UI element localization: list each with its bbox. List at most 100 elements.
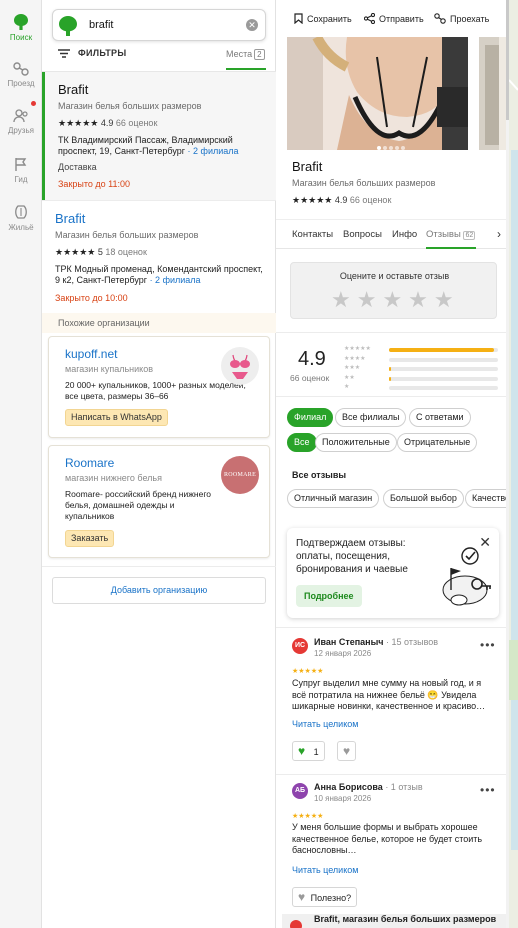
more-options-icon[interactable]: •••: [480, 638, 496, 652]
tag-pill[interactable]: Качество: [465, 489, 506, 508]
filter-negative[interactable]: Отрицательные: [397, 433, 478, 452]
filter-all[interactable]: Все: [287, 433, 317, 452]
tab-info[interactable]: Инфо: [392, 229, 417, 240]
card-title[interactable]: Roomare: [65, 456, 114, 470]
search-pin-icon: [14, 14, 28, 30]
tag-pill[interactable]: Отличный магазин: [287, 489, 380, 508]
filters-button[interactable]: ФИЛЬТРЫ: [58, 48, 126, 58]
review-item: ИС Иван Степаныч · 15 отзывов 12 января …: [276, 636, 506, 770]
place-rating: ★★★★★ 4.9 66 оценок: [292, 195, 392, 205]
result-rating: ★★★★★ 4.9 66 оценок: [58, 118, 158, 128]
detail-tabs: Контакты Вопросы Инфо Отзывы 62 ›: [276, 219, 506, 249]
places-count-badge: 2: [254, 49, 265, 60]
filter-all-branches[interactable]: Все филиалы: [335, 408, 407, 427]
save-button[interactable]: Сохранить: [294, 13, 352, 25]
ad-card-roomare[interactable]: Roomare магазин нижнего белья Roomare- р…: [48, 445, 270, 558]
result-title[interactable]: Brafit: [55, 211, 85, 226]
chevron-right-icon[interactable]: ›: [497, 227, 501, 241]
review-author[interactable]: Анна Борисова · 1 отзыв: [314, 782, 423, 792]
review-text: Супруг выделил мне сумму на новый год, и…: [292, 678, 486, 711]
search-input[interactable]: [89, 17, 239, 33]
clear-search-icon[interactable]: ✕: [246, 19, 258, 31]
route-button[interactable]: Проехать: [434, 13, 489, 24]
result-hours: Закрыто до 11:00: [58, 179, 130, 189]
lingerie-photo-image: [287, 37, 468, 150]
rail-item-search[interactable]: Поиск: [0, 14, 42, 42]
logo-pin-icon: [59, 16, 77, 36]
card-category: магазин нижнего белья: [65, 473, 162, 483]
branches-link[interactable]: · 2 филиала: [188, 146, 239, 156]
rail-item-housing[interactable]: Жильё: [0, 204, 42, 232]
promo-text: Подтверждаем отзывы: оплаты, посещения, …: [296, 538, 408, 575]
histogram-fill: [389, 376, 392, 381]
notification-dot: [31, 101, 36, 106]
result-category: Магазин белья больших размеров: [58, 101, 202, 111]
similar-header: Похожие организации: [42, 313, 276, 333]
filter-positive[interactable]: Положительные: [315, 433, 397, 452]
result-title[interactable]: Brafit: [58, 82, 88, 97]
summary-count: 66 оценок: [290, 373, 330, 383]
rail-item-friends[interactable]: Друзья: [0, 109, 42, 135]
favicon-icon: [290, 920, 302, 928]
ad-card-kupoff[interactable]: kupoff.net магазин купальников 20 000+ к…: [48, 336, 270, 438]
histogram-track: [389, 348, 498, 352]
share-button[interactable]: Отправить: [363, 12, 424, 25]
whatsapp-button[interactable]: Написать в WhatsApp: [65, 409, 168, 426]
interior-photo-image: [479, 37, 506, 150]
card-title[interactable]: kupoff.net: [65, 347, 118, 361]
result-item[interactable]: Brafit Магазин белья больших размеров ★★…: [42, 200, 276, 313]
filter-with-answers[interactable]: С ответами: [409, 408, 471, 427]
map-view[interactable]: [509, 0, 518, 928]
bookmark-icon: [294, 13, 303, 25]
histogram-stars-icon: ★★: [344, 374, 355, 381]
divider: [276, 627, 506, 628]
histogram-stars-icon: ★: [344, 384, 350, 390]
search-box[interactable]: ✕: [52, 9, 266, 41]
rate-widget: Оцените и оставьте отзыв ★★★★★: [290, 262, 497, 319]
sticky-footer[interactable]: Brafit, магазин белья больших размеров: [282, 914, 506, 928]
tab-places[interactable]: Места 2: [226, 49, 265, 60]
route-icon: [434, 13, 446, 24]
histogram-track: [389, 367, 498, 371]
rate-stars-icon[interactable]: ★★★★★: [331, 287, 460, 313]
filter-branch[interactable]: Филиал: [287, 408, 334, 427]
more-button[interactable]: Подробнее: [296, 585, 362, 607]
read-more-link[interactable]: Читать целиком: [292, 865, 358, 875]
result-item[interactable]: Brafit Магазин белья больших размеров ★★…: [42, 72, 276, 200]
histogram-stars-icon: ★★★: [344, 365, 361, 371]
branches-link[interactable]: · 2 филиала: [150, 275, 201, 285]
divider: [42, 566, 276, 567]
order-button[interactable]: Заказать: [65, 530, 115, 547]
avatar[interactable]: ИС: [292, 638, 308, 654]
tab-reviews[interactable]: Отзывы 62: [426, 229, 476, 240]
detail-toolbar: Сохранить Отправить Проехать: [276, 0, 506, 36]
place-photo[interactable]: [287, 37, 468, 150]
more-options-icon[interactable]: •••: [480, 783, 496, 797]
heart-icon: ♥: [298, 890, 306, 904]
rail-item-route[interactable]: Проезд: [0, 62, 42, 88]
all-reviews-heading: Все отзывы: [292, 470, 347, 480]
swimsuit-icon: [230, 354, 250, 379]
place-detail-panel: Сохранить Отправить Проехать Brafit Мага…: [276, 0, 506, 928]
dislike-button[interactable]: ♥: [337, 741, 357, 761]
map-fragment-image: [509, 0, 518, 928]
tab-questions[interactable]: Вопросы: [343, 229, 382, 240]
add-organization-button[interactable]: Добавить организацию: [52, 577, 266, 604]
reviews-count-link[interactable]: 66 оценок: [350, 195, 392, 205]
filter-icon: [58, 49, 70, 58]
friends-icon: [13, 109, 28, 123]
useful-button[interactable]: ♥ Полезно?: [292, 887, 358, 907]
place-category: Магазин белья больших размеров: [292, 178, 436, 188]
avatar[interactable]: АБ: [292, 783, 308, 799]
card-description: Roomare- российский бренд нижнего белья,…: [65, 489, 211, 521]
tag-pill[interactable]: Большой выбор: [383, 489, 464, 508]
divider: [276, 774, 506, 775]
like-button[interactable]: ♥ 1: [292, 741, 325, 761]
review-author[interactable]: Иван Степаныч · 15 отзывов: [314, 637, 438, 647]
review-text: У меня большие формы и выбрать хорошее к…: [292, 822, 483, 855]
rail-item-guide[interactable]: Гид: [0, 157, 42, 184]
place-photo-next[interactable]: [479, 37, 506, 150]
tab-contacts[interactable]: Контакты: [292, 229, 333, 240]
read-more-link[interactable]: Читать целиком: [292, 719, 358, 729]
result-address: ТРК Модный променад, Комендантский просп…: [55, 264, 263, 285]
